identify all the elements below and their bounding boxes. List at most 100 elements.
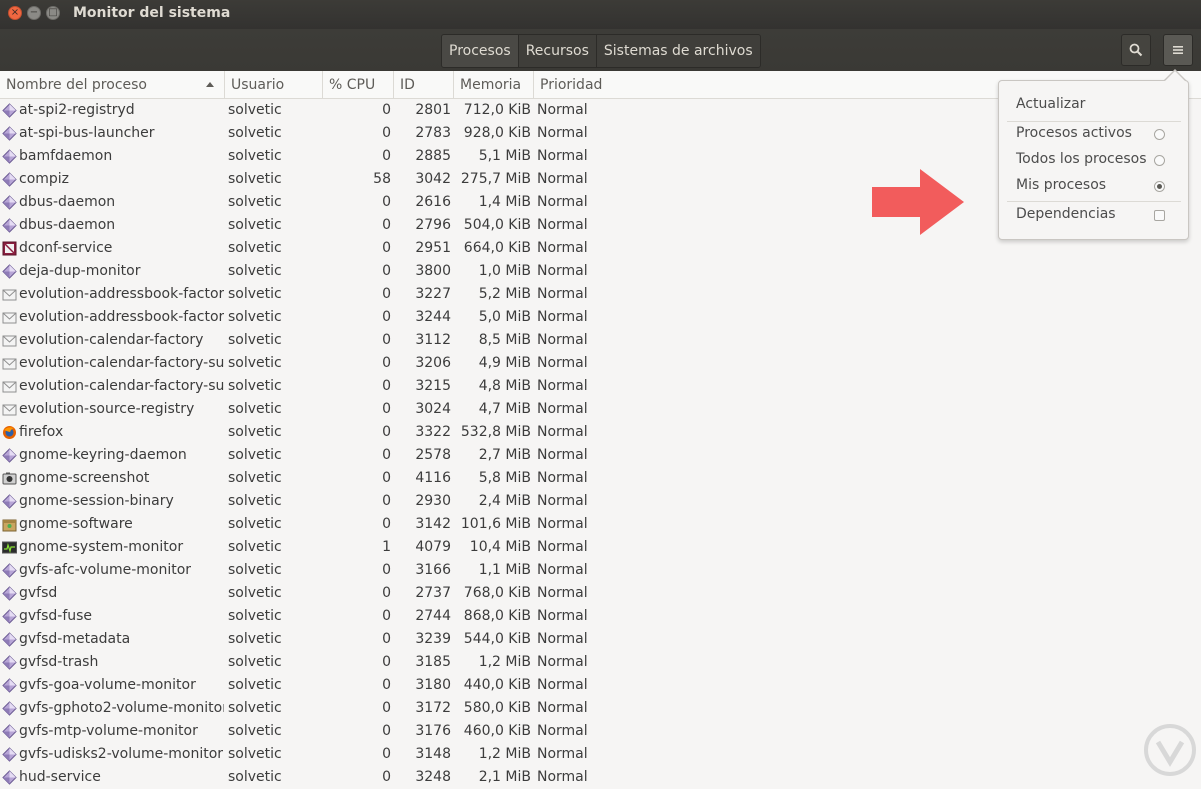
process-icon: [2, 471, 17, 486]
column-header-name[interactable]: Nombre del proceso: [0, 71, 225, 98]
menu-item-all-processes[interactable]: Todos los procesos: [1016, 151, 1147, 167]
process-icon: [2, 264, 17, 279]
table-row[interactable]: gvfsd-trash solvetic 0 3185 1,2 MiB Normal: [0, 651, 1201, 674]
process-name: gnome-session-binary: [19, 493, 174, 509]
process-user: solvetic: [228, 700, 282, 716]
table-row[interactable]: gvfs-mtp-volume-monitor solvetic 0 3176 460,…: [0, 720, 1201, 743]
process-user: solvetic: [228, 171, 282, 187]
column-header-user[interactable]: Usuario: [225, 71, 323, 98]
process-memory: 5,0 MiB: [478, 309, 531, 325]
process-cpu: 0: [382, 562, 391, 578]
process-name: gvfsd-trash: [19, 654, 99, 670]
process-icon: [2, 448, 17, 463]
process-id: 3042: [415, 171, 451, 187]
table-row[interactable]: gvfsd solvetic 0 2737 768,0 KiB Normal: [0, 582, 1201, 605]
table-row[interactable]: gnome-screenshot solvetic 0 4116 5,8 MiB Norm…: [0, 467, 1201, 490]
table-row[interactable]: gnome-keyring-daemon solvetic 0 2578 2,7 MiB…: [0, 444, 1201, 467]
table-row[interactable]: evolution-addressbook-factor solvetic 0 322…: [0, 283, 1201, 306]
process-priority: Normal: [537, 654, 588, 670]
menu-item-my-processes[interactable]: Mis procesos: [1016, 177, 1106, 193]
process-memory: 2,1 MiB: [478, 769, 531, 785]
view-menu-popover: Actualizar Procesos activos Todos los pr…: [998, 80, 1189, 240]
process-cpu: 1: [382, 539, 391, 555]
process-user: solvetic: [228, 539, 282, 555]
process-memory: 1,2 MiB: [478, 654, 531, 670]
process-icon: [2, 126, 17, 141]
table-row[interactable]: deja-dup-monitor solvetic 0 3800 1,0 MiB Norm…: [0, 260, 1201, 283]
process-icon: [2, 724, 17, 739]
active-processes-radio[interactable]: [1154, 129, 1165, 140]
column-header-user-label: Usuario: [231, 76, 285, 93]
process-cpu: 0: [382, 677, 391, 693]
process-name: gnome-screenshot: [19, 470, 150, 486]
process-memory: 2,7 MiB: [478, 447, 531, 463]
menu-item-refresh[interactable]: Actualizar: [1016, 96, 1085, 112]
table-row[interactable]: gvfs-gphoto2-volume-monitor solvetic 0 3172…: [0, 697, 1201, 720]
menu-item-active-processes[interactable]: Procesos activos: [1016, 125, 1132, 141]
table-row[interactable]: gnome-session-binary solvetic 0 2930 2,4 MiB…: [0, 490, 1201, 513]
table-row[interactable]: evolution-calendar-factory-sul solvetic 0 3…: [0, 375, 1201, 398]
table-row[interactable]: evolution-addressbook-factor solvetic 0 324…: [0, 306, 1201, 329]
table-row[interactable]: dconf-service solvetic 0 2951 664,0 KiB Norma…: [0, 237, 1201, 260]
process-user: solvetic: [228, 217, 282, 233]
process-memory: 10,4 MiB: [469, 539, 531, 555]
table-row[interactable]: evolution-source-registry solvetic 0 3024 4,…: [0, 398, 1201, 421]
process-user: solvetic: [228, 424, 282, 440]
table-row[interactable]: evolution-calendar-factory-sul solvetic 0 3…: [0, 352, 1201, 375]
process-cpu: 0: [382, 493, 391, 509]
process-cpu: 0: [382, 332, 391, 348]
window-minimize-button[interactable]: −: [27, 6, 41, 20]
process-icon: [2, 103, 17, 118]
table-row[interactable]: gvfs-afc-volume-monitor solvetic 0 3166 1,1 …: [0, 559, 1201, 582]
process-name: gnome-system-monitor: [19, 539, 184, 555]
process-cpu: 0: [382, 217, 391, 233]
process-priority: Normal: [537, 424, 588, 440]
process-name: evolution-addressbook-factor: [19, 309, 224, 325]
process-priority: Normal: [537, 332, 588, 348]
all-processes-radio[interactable]: [1154, 155, 1165, 166]
process-memory: 1,2 MiB: [478, 746, 531, 762]
process-memory: 8,5 MiB: [478, 332, 531, 348]
menu-separator: [1007, 121, 1181, 122]
process-cpu: 0: [382, 125, 391, 141]
process-user: solvetic: [228, 355, 282, 371]
window-close-button[interactable]: ×: [8, 6, 22, 20]
process-id: 2578: [415, 447, 451, 463]
menu-button[interactable]: [1163, 34, 1193, 66]
process-cpu: 0: [382, 309, 391, 325]
table-row[interactable]: gnome-software solvetic 0 3142 101,6 MiB Norm…: [0, 513, 1201, 536]
process-cpu: 0: [382, 424, 391, 440]
table-row[interactable]: hud-service solvetic 0 3248 2,1 MiB Normal: [0, 766, 1201, 789]
process-name: gvfsd: [19, 585, 58, 601]
tab-recursos[interactable]: Recursos: [518, 35, 597, 67]
menu-item-dependencies[interactable]: Dependencias: [1016, 206, 1116, 222]
process-id: 3244: [415, 309, 451, 325]
table-row[interactable]: gvfsd-metadata solvetic 0 3239 544,0 KiB Norm…: [0, 628, 1201, 651]
tab-procesos[interactable]: Procesos: [442, 35, 519, 67]
process-user: solvetic: [228, 286, 282, 302]
table-row[interactable]: firefox solvetic 0 3322 532,8 MiB Normal: [0, 421, 1201, 444]
column-header-cpu[interactable]: % CPU: [323, 71, 394, 98]
table-row[interactable]: evolution-calendar-factory solvetic 0 3112 8…: [0, 329, 1201, 352]
my-processes-radio[interactable]: [1154, 181, 1165, 192]
process-id: 2783: [415, 125, 451, 141]
process-id: 2744: [415, 608, 451, 624]
table-row[interactable]: gvfs-goa-volume-monitor solvetic 0 3180 440,…: [0, 674, 1201, 697]
search-button[interactable]: [1121, 34, 1151, 66]
process-id: 3800: [415, 263, 451, 279]
table-row[interactable]: gvfsd-fuse solvetic 0 2744 868,0 KiB Normal: [0, 605, 1201, 628]
process-cpu: 0: [382, 102, 391, 118]
table-row[interactable]: gnome-system-monitor solvetic 1 4079 10,4 Mi…: [0, 536, 1201, 559]
column-header-id[interactable]: ID: [394, 71, 454, 98]
process-memory: 580,0 KiB: [463, 700, 531, 716]
process-id: 3142: [415, 516, 451, 532]
window-maximize-button[interactable]: □: [46, 6, 60, 20]
process-cpu: 0: [382, 263, 391, 279]
table-row[interactable]: gvfs-udisks2-volume-monitor solvetic 0 3148…: [0, 743, 1201, 766]
tab-sistemas-de-archivos[interactable]: Sistemas de archivos: [596, 35, 760, 67]
process-icon: [2, 310, 17, 325]
process-priority: Normal: [537, 102, 588, 118]
process-cpu: 0: [382, 654, 391, 670]
column-header-memory[interactable]: Memoria: [454, 71, 534, 98]
dependencies-checkbox[interactable]: [1154, 210, 1165, 221]
